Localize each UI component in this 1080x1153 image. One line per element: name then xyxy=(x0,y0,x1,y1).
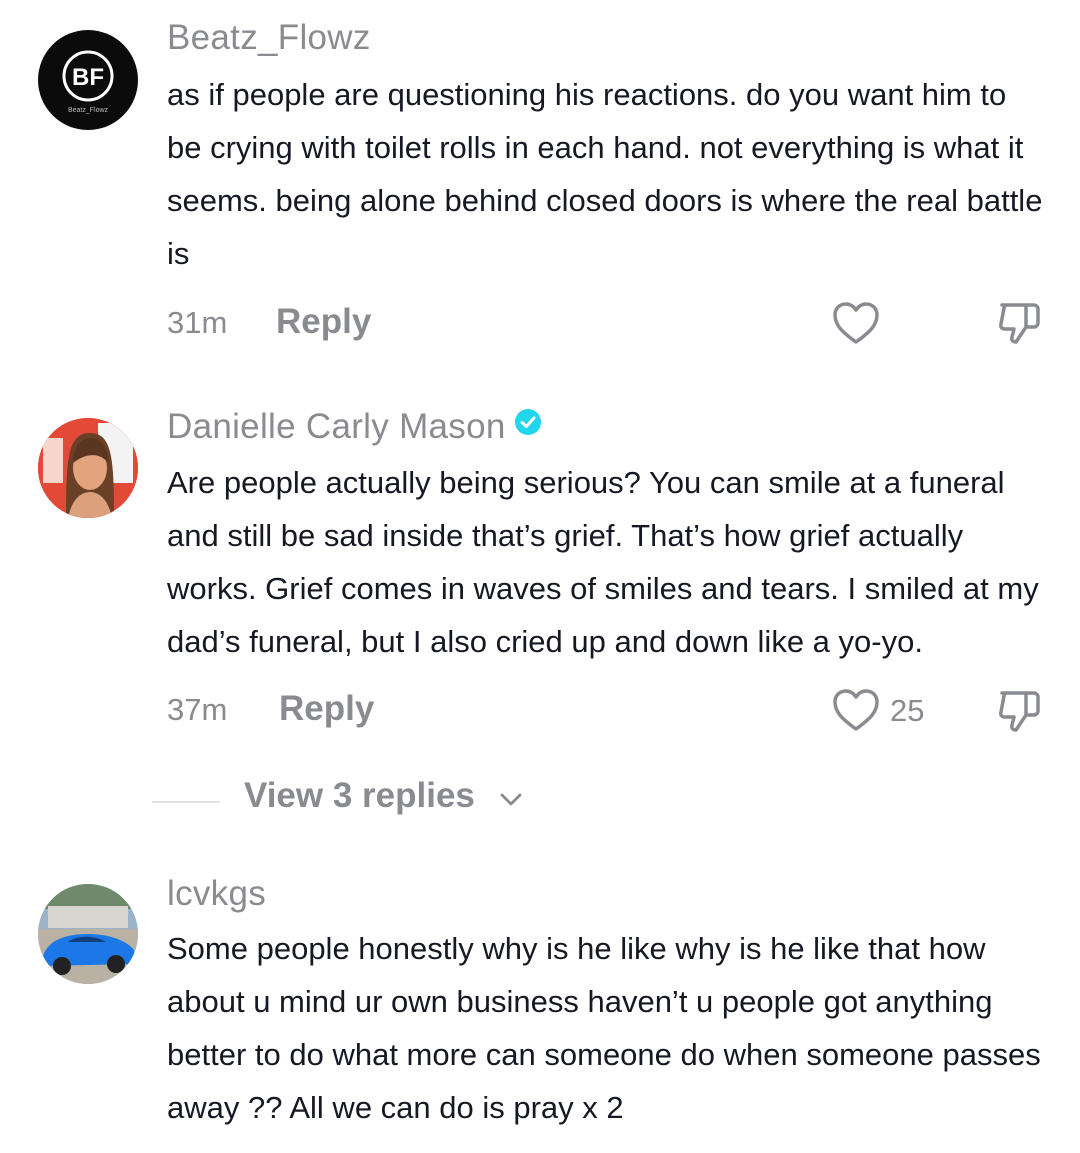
avatar[interactable] xyxy=(38,884,138,984)
dislike-icon[interactable] xyxy=(996,299,1044,347)
username-text[interactable]: Danielle Carly Mason xyxy=(167,407,506,446)
avatar[interactable] xyxy=(38,418,138,518)
heart-icon[interactable] xyxy=(832,688,880,732)
comment-text: Are people actually being serious? You c… xyxy=(167,465,1039,659)
username[interactable]: Danielle Carly Mason xyxy=(167,407,542,447)
username[interactable]: Beatz_Flowz xyxy=(167,18,371,58)
comment-text: as if people are questioning his reactio… xyxy=(167,77,1043,271)
like-count: 25 xyxy=(890,693,925,728)
dislike-icon[interactable] xyxy=(996,687,1044,735)
verified-badge-icon xyxy=(514,409,541,435)
view-replies-label[interactable]: View 3 replies xyxy=(244,776,475,816)
chevron-down-icon[interactable] xyxy=(498,786,524,812)
heart-icon[interactable] xyxy=(832,301,880,345)
username[interactable]: lcvkgs xyxy=(167,874,266,914)
avatar-logo-caption: Beatz_Flowz xyxy=(68,107,109,114)
divider xyxy=(152,801,220,803)
avatar-logo-text: BF xyxy=(72,64,104,91)
comment-text: Some people honestly why is he like why … xyxy=(167,931,1041,1125)
avatar[interactable]: BF Beatz_Flowz xyxy=(38,30,138,130)
reply-button[interactable]: Reply xyxy=(276,302,371,342)
comment-time: 31m xyxy=(167,305,228,340)
comment-time: 37m xyxy=(167,692,228,727)
reply-button[interactable]: Reply xyxy=(279,689,374,729)
